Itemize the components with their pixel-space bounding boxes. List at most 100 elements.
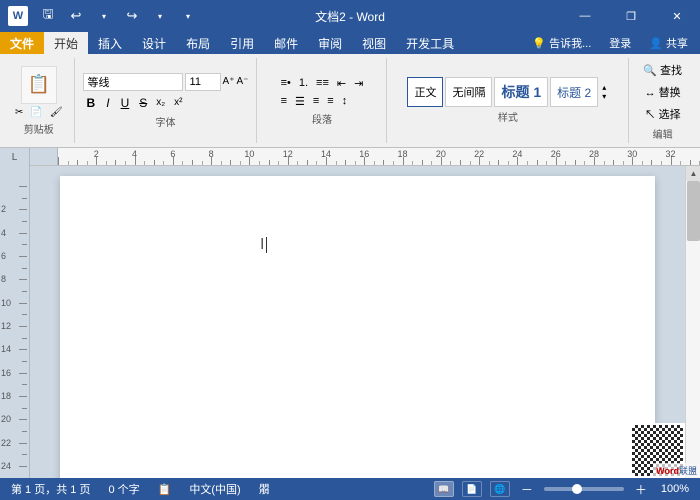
- cut-button[interactable]: ✂: [12, 106, 26, 119]
- copy-button[interactable]: 📄: [27, 106, 45, 119]
- format-painter[interactable]: 🖌: [47, 106, 66, 119]
- tab-insert[interactable]: 插入: [88, 32, 132, 54]
- read-view-button[interactable]: 📖: [434, 481, 454, 497]
- align-justify[interactable]: ≡: [324, 94, 336, 109]
- redo-dropdown[interactable]: ▾: [148, 4, 172, 28]
- strikethrough-button[interactable]: S: [136, 95, 150, 111]
- redo-button[interactable]: ↪: [120, 4, 144, 28]
- window-controls: — ❐ ✕: [562, 0, 700, 32]
- scroll-thumb[interactable]: [687, 181, 700, 241]
- zoom-thumb[interactable]: [572, 484, 582, 494]
- tab-design[interactable]: 设计: [132, 32, 176, 54]
- superscript-button[interactable]: x²: [171, 96, 185, 109]
- ribbon-tabs: 文件 开始 插入 设计 布局 引用 邮件 审阅 视图 开发工具: [0, 32, 524, 54]
- print-view-button[interactable]: 📄: [462, 481, 482, 497]
- align-left[interactable]: ≡: [278, 94, 290, 109]
- align-center[interactable]: ☰: [292, 94, 308, 109]
- tab-mailings[interactable]: 邮件: [264, 32, 308, 54]
- content-area: L 246810121416182022242628303234 2468101…: [0, 148, 700, 478]
- tab-row-right: 💡 告诉我... 登录 👤 共享: [524, 32, 700, 54]
- share-button[interactable]: 👤 共享: [641, 34, 696, 52]
- lightbulb-icon: 💡: [532, 37, 546, 50]
- styles-more[interactable]: ▴▾: [600, 77, 608, 107]
- input-mode[interactable]: 朤: [256, 481, 273, 497]
- word-count-label: 0 个字: [108, 481, 139, 497]
- replace-button[interactable]: ↔ 替换: [639, 82, 687, 102]
- tab-layout[interactable]: 布局: [176, 32, 220, 54]
- restore-button[interactable]: ❐: [608, 0, 654, 32]
- track-changes-icon[interactable]: 📋: [155, 483, 175, 496]
- undo-button[interactable]: ↩: [64, 4, 88, 28]
- minimize-button[interactable]: —: [562, 0, 608, 32]
- tab-file[interactable]: 文件: [0, 32, 44, 54]
- underline-button[interactable]: U: [117, 94, 134, 112]
- style-h2[interactable]: 标题 2: [550, 77, 598, 107]
- indent-dec[interactable]: ⇤: [334, 76, 349, 91]
- bold-button[interactable]: B: [83, 94, 100, 112]
- share-icon: 👤: [649, 37, 663, 50]
- ribbon-panel: 📋 ✂ 📄 🖌 剪贴板 等线 11 A⁺ A⁻ B I: [0, 54, 700, 148]
- input-label: 朤: [259, 481, 270, 497]
- style-normal[interactable]: 正文: [407, 77, 443, 107]
- italic-button[interactable]: I: [102, 94, 113, 112]
- title-bar-title: 文档2 - Word: [315, 8, 385, 25]
- bullets-button[interactable]: ≡•: [278, 76, 294, 91]
- align-right[interactable]: ≡: [310, 94, 322, 109]
- zoom-percent[interactable]: 100%: [658, 483, 692, 495]
- paragraph-group: ≡• 1. ≡≡ ⇤ ⇥ ≡ ☰ ≡ ≡ ↕ 段落: [257, 58, 387, 143]
- tab-review[interactable]: 审阅: [308, 32, 352, 54]
- zoom-slider[interactable]: [544, 487, 624, 491]
- brand-text: Word: [656, 466, 679, 476]
- word-count-info[interactable]: 0 个字: [105, 481, 142, 497]
- track-icon: 📋: [158, 483, 172, 496]
- cursor-blink: [266, 237, 267, 253]
- line-spacing[interactable]: ↕: [339, 94, 351, 109]
- tell-me-button[interactable]: 💡 告诉我...: [524, 34, 599, 52]
- tab-developer[interactable]: 开发工具: [396, 32, 464, 54]
- indent-inc[interactable]: ⇥: [351, 76, 366, 91]
- multilevel-button[interactable]: ≡≡: [313, 76, 332, 91]
- scroll-track[interactable]: [686, 181, 700, 463]
- web-view-button[interactable]: 🌐: [490, 481, 510, 497]
- numbering-button[interactable]: 1.: [296, 76, 311, 91]
- brand-watermark: Word联盟: [653, 463, 700, 478]
- tab-view[interactable]: 视图: [352, 32, 396, 54]
- close-button[interactable]: ✕: [654, 0, 700, 32]
- subscript-button[interactable]: x₂: [153, 96, 168, 109]
- qat-customize[interactable]: ▾: [176, 4, 200, 28]
- language-info[interactable]: 中文(中国): [186, 481, 243, 497]
- undo-dropdown[interactable]: ▾: [92, 4, 116, 28]
- vertical-scrollbar[interactable]: ▲ ▼: [685, 166, 700, 478]
- ruler-left-margin: [30, 148, 58, 165]
- style-no-spacing[interactable]: 无间隔: [445, 77, 492, 107]
- ruler-corner[interactable]: L: [0, 148, 30, 166]
- vertical-ruler: 24681012141618202224262830: [0, 166, 30, 478]
- zoom-in-button[interactable]: ＋: [632, 481, 650, 498]
- text-cursor: I: [260, 236, 267, 254]
- font-shrink[interactable]: A⁻: [237, 76, 249, 87]
- page-info[interactable]: 第 1 页，共 1 页: [8, 481, 93, 497]
- app-icon: W: [8, 6, 28, 26]
- login-button[interactable]: 登录: [601, 34, 639, 52]
- title-bar: W 🖫 ↩ ▾ ↪ ▾ ▾ 文档2 - Word — ❐ ✕: [0, 0, 700, 32]
- document-page[interactable]: I: [60, 176, 655, 478]
- cursor-caret: I: [260, 236, 264, 254]
- document-scroll-area[interactable]: I: [30, 166, 685, 478]
- font-size-dropdown[interactable]: 11: [185, 73, 221, 91]
- paste-button[interactable]: 📋: [21, 66, 57, 104]
- find-button[interactable]: 🔍 查找: [637, 60, 688, 80]
- zoom-out-button[interactable]: －: [518, 481, 536, 498]
- save-button[interactable]: 🖫: [36, 4, 60, 28]
- tab-row: 文件 开始 插入 设计 布局 引用 邮件 审阅 视图 开发工具 💡 告诉我...…: [0, 32, 700, 54]
- style-h1[interactable]: 标题 1: [494, 77, 548, 107]
- status-bar: 第 1 页，共 1 页 0 个字 📋 中文(中国) 朤 📖 📄 🌐 － ＋: [0, 478, 700, 500]
- scroll-up-button[interactable]: ▲: [686, 166, 700, 181]
- font-family-dropdown[interactable]: 等线: [83, 73, 183, 91]
- font-grow[interactable]: A⁺: [223, 76, 235, 87]
- tab-home[interactable]: 开始: [44, 32, 88, 54]
- page-info-label: 第 1 页，共 1 页: [11, 481, 90, 497]
- tab-references[interactable]: 引用: [220, 32, 264, 54]
- styles-group: 正文 无间隔 标题 1 标题 2 ▴▾ 样式: [387, 58, 629, 143]
- clipboard-label: 剪贴板: [24, 121, 54, 136]
- select-button[interactable]: ↖ 选择: [639, 104, 687, 124]
